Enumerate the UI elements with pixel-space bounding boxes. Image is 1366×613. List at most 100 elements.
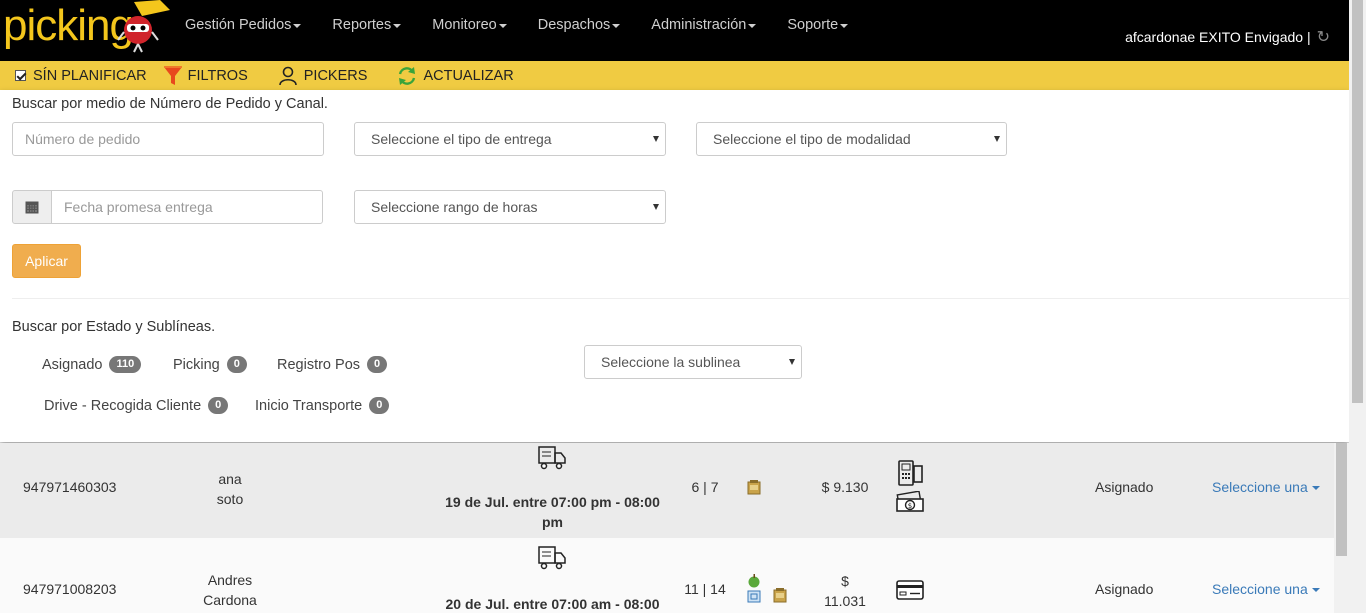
currency-symbol: $ (841, 573, 849, 589)
scrollbar-thumb[interactable] (1352, 0, 1363, 403)
state-filter-picking[interactable]: Picking 0 (173, 356, 247, 373)
sublinea-select[interactable]: Seleccione la sublinea (584, 345, 802, 379)
promise-date-input[interactable]: Fecha promesa entrega (51, 190, 323, 224)
dropdown-arrow-icon (789, 359, 795, 365)
table-scrollbar[interactable] (1334, 443, 1349, 613)
nav-label: Reportes (332, 17, 392, 33)
nav-label: Administración (651, 17, 747, 33)
table-row[interactable]: 947971008203 Andres Cardona 20 de Jul. e… (0, 538, 1334, 613)
grocery-bag-icon (773, 587, 787, 606)
state-label: Registro Pos (277, 356, 361, 373)
dropdown-arrow-icon (994, 136, 1000, 142)
order-number-input[interactable]: Número de pedido (12, 122, 324, 156)
count-badge: 0 (226, 356, 247, 373)
modality-type-value: Seleccione el tipo de modalidad (713, 131, 911, 147)
state-label: Drive - Recogida Cliente (44, 397, 202, 414)
units-count: 11 | 14 (684, 581, 726, 597)
row-action-dropdown[interactable]: Seleccione una (1212, 581, 1320, 597)
scrollbar-thumb[interactable] (1336, 443, 1347, 556)
user-icon (278, 66, 297, 85)
delivery-truck-icon (538, 545, 566, 574)
filtros-button[interactable]: FILTROS (163, 65, 248, 86)
dropdown-arrow-icon (653, 136, 659, 142)
caret-down-icon (748, 23, 757, 28)
nav-despachos[interactable]: Despachos (538, 17, 621, 33)
table-row[interactable]: 947971460303 ana soto 19 de Jul. entre 0… (0, 443, 1334, 538)
caret-down-icon (1311, 588, 1320, 593)
state-label: Inicio Transporte (255, 397, 363, 414)
delivery-type-select[interactable]: Seleccione el tipo de entrega (354, 122, 666, 156)
dropdown-arrow-icon (653, 204, 659, 210)
package-icon (747, 589, 761, 606)
nav-soporte[interactable]: Soporte (787, 17, 849, 33)
sin-planificar-label: SÍN PLANIFICAR (33, 67, 147, 84)
amount-value: 11.031 (824, 593, 866, 609)
state-label: Picking (173, 356, 220, 373)
nav-gestion-pedidos[interactable]: Gestión Pedidos (185, 17, 302, 33)
calendar-addon[interactable] (12, 190, 52, 224)
nav-label: Gestión Pedidos (185, 17, 292, 33)
order-amount: $ 11.031 (815, 571, 875, 611)
order-search-heading: Buscar por medio de Número de Pedido y C… (12, 96, 328, 112)
page-scrollbar[interactable] (1349, 0, 1366, 613)
caret-down-icon (498, 23, 507, 28)
nav-monitoreo[interactable]: Monitoreo (432, 17, 507, 33)
caret-down-icon (293, 23, 302, 28)
state-filter-asignado[interactable]: Asignado 110 (42, 356, 142, 373)
filtros-label: FILTROS (187, 67, 248, 84)
calendar-icon (25, 201, 39, 214)
order-status: Asignado (1095, 479, 1154, 495)
nav-administracion[interactable]: Administración (651, 17, 757, 33)
row-action-label: Seleccione una (1212, 479, 1308, 495)
state-search-heading: Buscar por Estado y Sublíneas. (12, 319, 216, 335)
svg-text:$: $ (908, 502, 912, 510)
caret-down-icon (840, 23, 849, 28)
count-badge: 110 (109, 356, 142, 373)
actualizar-label: ACTUALIZAR (423, 67, 514, 84)
caret-down-icon (612, 23, 621, 28)
nav-reportes[interactable]: Reportes (332, 17, 402, 33)
divider (12, 298, 1349, 299)
refresh-icon[interactable]: ↻ (1317, 27, 1330, 47)
checkbox-checked-icon[interactable] (15, 70, 26, 81)
customer-first-name: ana (218, 471, 242, 487)
grocery-bag-icon (747, 479, 761, 498)
filter-panel: Buscar por medio de Número de Pedido y C… (0, 90, 1349, 442)
state-filter-drive[interactable]: Drive - Recogida Cliente 0 (44, 397, 229, 414)
state-label: Asignado (42, 356, 103, 373)
sin-planificar-checkbox[interactable]: SÍN PLANIFICAR (15, 68, 147, 84)
caret-down-icon (1311, 486, 1320, 491)
count-badge: 0 (208, 397, 229, 414)
apply-button[interactable]: Aplicar (12, 244, 81, 278)
actualizar-button[interactable]: ACTUALIZAR (397, 66, 514, 86)
state-filter-inicio-transporte[interactable]: Inicio Transporte 0 (255, 397, 390, 414)
row-action-label: Seleccione una (1212, 581, 1308, 597)
nav-label: Monitoreo (432, 17, 497, 33)
count-badge: 0 (369, 397, 390, 414)
credit-card-icon (896, 580, 924, 603)
action-toolbar: SÍN PLANIFICAR FILTROS PICKERS ACTUALIZA… (0, 61, 1349, 90)
nav-label: Soporte (787, 17, 839, 33)
hour-range-value: Seleccione rango de horas (371, 199, 538, 215)
count-badge: 0 (367, 356, 388, 373)
order-status: Asignado (1095, 581, 1154, 597)
pickers-label: PICKERS (303, 67, 368, 84)
customer-first-name: Andres (207, 572, 253, 588)
order-amount: $ 9.130 (821, 479, 869, 495)
cash-icon: $ (896, 490, 924, 516)
hour-range-select[interactable]: Seleccione rango de horas (354, 190, 666, 224)
row-action-dropdown[interactable]: Seleccione una (1212, 479, 1320, 495)
state-filter-registro-pos[interactable]: Registro Pos 0 (277, 356, 388, 373)
pickers-button[interactable]: PICKERS (278, 66, 368, 86)
user-info: afcardonae EXITO Envigado | ↻ (1125, 27, 1330, 47)
delivery-window: 19 de Jul. entre 07:00 pm - 08:00 pm (445, 494, 660, 530)
customer-last-name: soto (216, 491, 244, 507)
picking-logo[interactable]: picking (0, 0, 170, 61)
sync-icon (399, 66, 416, 85)
pos-terminal-icon (896, 460, 924, 489)
modality-type-select[interactable]: Seleccione el tipo de modalidad (696, 122, 1007, 156)
sublinea-value: Seleccione la sublinea (601, 354, 741, 370)
filter-icon (163, 65, 182, 85)
top-navbar: picking Gestión Pedidos Reportes Monitor… (0, 0, 1366, 61)
user-label: afcardonae EXITO Envigado | (1125, 29, 1311, 45)
